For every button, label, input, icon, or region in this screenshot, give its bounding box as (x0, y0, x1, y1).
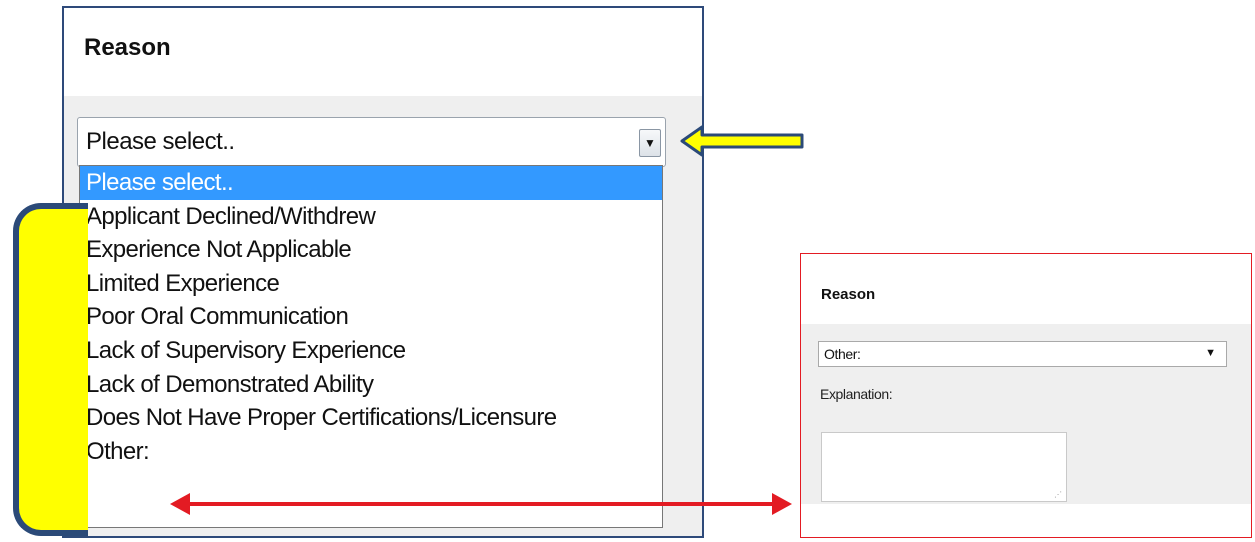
reason-panel-right: Reason Other: ▼ Explanation: ⋰ (800, 253, 1252, 538)
dropdown-option[interactable]: Applicant Declined/Withdrew (80, 200, 662, 234)
reason-select-value: Please select.. (86, 128, 235, 155)
highlight-bracket (13, 203, 88, 536)
dropdown-toggle-button[interactable]: ▼ (639, 129, 661, 157)
reason-select[interactable]: Please select.. ▼ (77, 117, 666, 167)
explanation-label: Explanation: (820, 386, 893, 402)
dropdown-option[interactable]: Other: (80, 435, 662, 469)
red-double-arrow-icon (170, 493, 792, 515)
reason-title: Reason (84, 34, 171, 61)
explanation-textarea[interactable]: ⋰ (821, 432, 1067, 502)
reason-select-right-value: Other: (824, 346, 861, 362)
chevron-down-icon: ▼ (644, 136, 656, 150)
yellow-arrow-icon (680, 125, 804, 157)
reason-title-right: Reason (821, 286, 876, 303)
dropdown-option[interactable]: Lack of Supervisory Experience (80, 334, 662, 368)
dropdown-option[interactable]: Experience Not Applicable (80, 233, 662, 267)
dropdown-option[interactable]: Poor Oral Communication (80, 300, 662, 334)
reason-panel-left: Reason Please select.. ▼ Please select..… (62, 6, 704, 538)
resize-grip-icon[interactable]: ⋰ (1054, 490, 1062, 499)
reason-select-right[interactable]: Other: ▼ (818, 341, 1227, 367)
dropdown-option[interactable]: Does Not Have Proper Certifications/Lice… (80, 401, 662, 435)
reason-options-list: Please select.. Applicant Declined/Withdr… (79, 165, 663, 528)
dropdown-option[interactable]: Please select.. (80, 166, 662, 200)
dropdown-option[interactable]: Lack of Demonstrated Ability (80, 368, 662, 402)
chevron-down-icon: ▼ (1205, 347, 1216, 359)
dropdown-option[interactable]: Limited Experience (80, 267, 662, 301)
